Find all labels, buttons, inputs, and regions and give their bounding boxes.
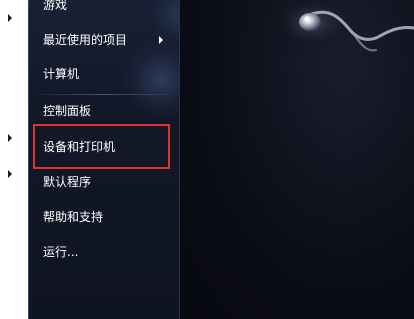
expand-arrow-icon[interactable]	[8, 134, 12, 142]
expand-arrow-icon[interactable]	[8, 14, 12, 22]
menu-item-label: 控制面板	[43, 104, 92, 118]
menu-item-label: 计算机	[43, 67, 80, 81]
desktop-wallpaper	[180, 0, 414, 319]
menu-item-label: 运行...	[43, 245, 79, 259]
menu-background-glow	[121, 40, 179, 120]
expand-arrow-icon[interactable]	[8, 170, 12, 178]
menu-item-computer[interactable]: 计算机	[43, 63, 79, 85]
menu-item-label: 最近使用的项目	[43, 33, 128, 47]
submenu-arrow-icon	[159, 36, 163, 44]
menu-item-default-programs[interactable]: 默认程序	[43, 171, 91, 193]
menu-separator	[41, 94, 169, 95]
wallpaper-droplet-graphic	[272, 0, 414, 52]
menu-item-run[interactable]: 运行...	[43, 241, 78, 263]
menu-item-recent-items[interactable]: 最近使用的项目	[43, 29, 163, 51]
menu-item-label: 默认程序	[43, 175, 92, 189]
program-list-edge	[0, 0, 28, 319]
menu-item-label: 游戏	[43, 0, 68, 12]
menu-item-control-panel[interactable]: 控制面板	[43, 100, 91, 122]
menu-item-games[interactable]: 游戏	[43, 0, 67, 16]
menu-item-help-and-support[interactable]: 帮助和支持	[43, 206, 103, 228]
highlight-annotation-box	[33, 124, 170, 169]
menu-item-label: 帮助和支持	[43, 210, 104, 224]
